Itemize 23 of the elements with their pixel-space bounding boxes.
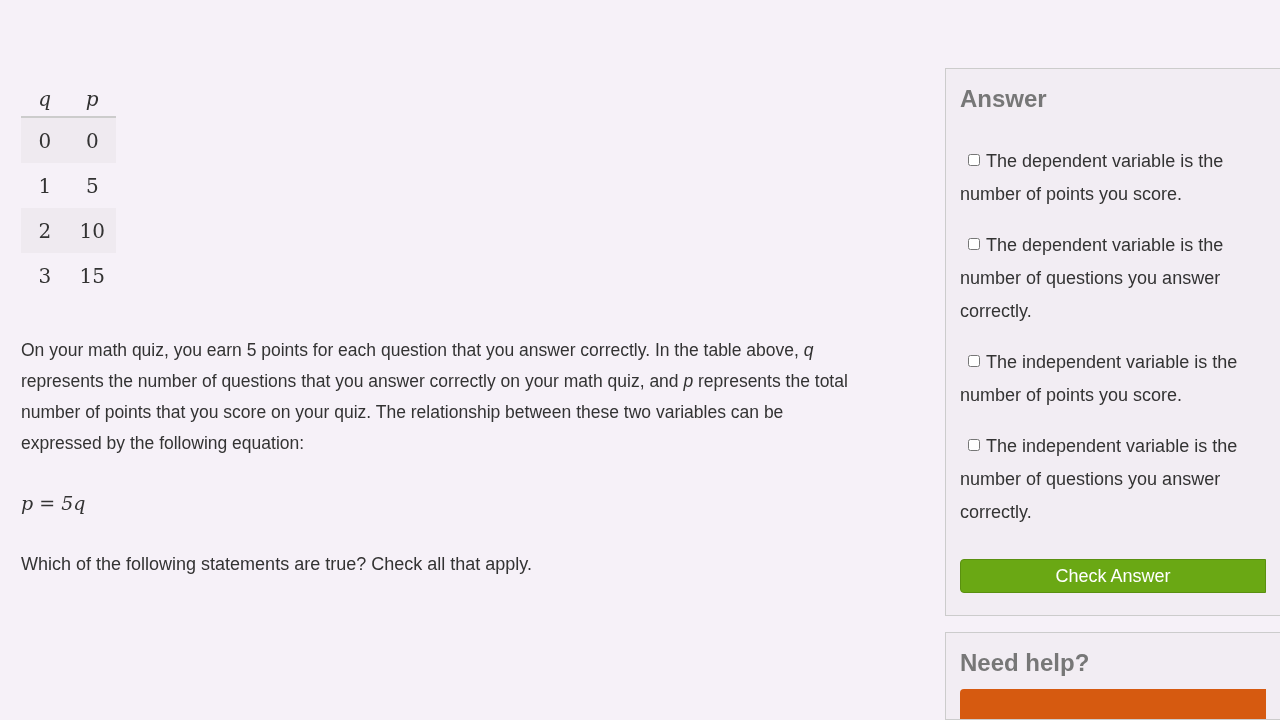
checkbox[interactable]	[968, 355, 980, 367]
question-text: Which of the following statements are true? Check all that apply.	[21, 552, 533, 576]
answer-title: Answer	[960, 84, 1048, 114]
table-cell-text: 3	[37, 262, 53, 290]
table-cell-text: 0	[37, 127, 53, 155]
answer-option[interactable]: The independent variable is the number of points you score.	[960, 346, 1266, 412]
checkbox[interactable]	[968, 154, 980, 166]
answer-option[interactable]: The dependent variable is the number of questions you answer correctly.	[960, 229, 1266, 328]
column-header: p	[84, 86, 100, 113]
table-cell-text: 2	[37, 217, 53, 245]
table-cell-text: 1	[37, 172, 53, 200]
checkbox[interactable]	[968, 238, 980, 250]
table-cell-text: 10	[78, 217, 106, 245]
help-title: Need help?	[960, 648, 1091, 678]
problem-text: On your math quiz, you earn 5 points for each question that you answer correctly. In the table above, q represents the number of questions that you answer correctly on your math quiz, and p represents the total number of points that you score on your quiz. The relationship between these two variables can be expressed by the following equation:	[21, 339, 849, 455]
equation: p = 5q	[21, 492, 86, 514]
answer-option[interactable]: The dependent variable is the number of points you score.	[960, 145, 1266, 211]
answer-option[interactable]: The independent variable is the number of questions you answer correctly.	[960, 430, 1266, 529]
column-header: q	[37, 86, 53, 113]
checkbox[interactable]	[968, 439, 980, 451]
table-cell-text: 0	[84, 127, 100, 155]
table-cell-text: 15	[78, 262, 106, 290]
table-cell-text: 5	[84, 172, 100, 200]
